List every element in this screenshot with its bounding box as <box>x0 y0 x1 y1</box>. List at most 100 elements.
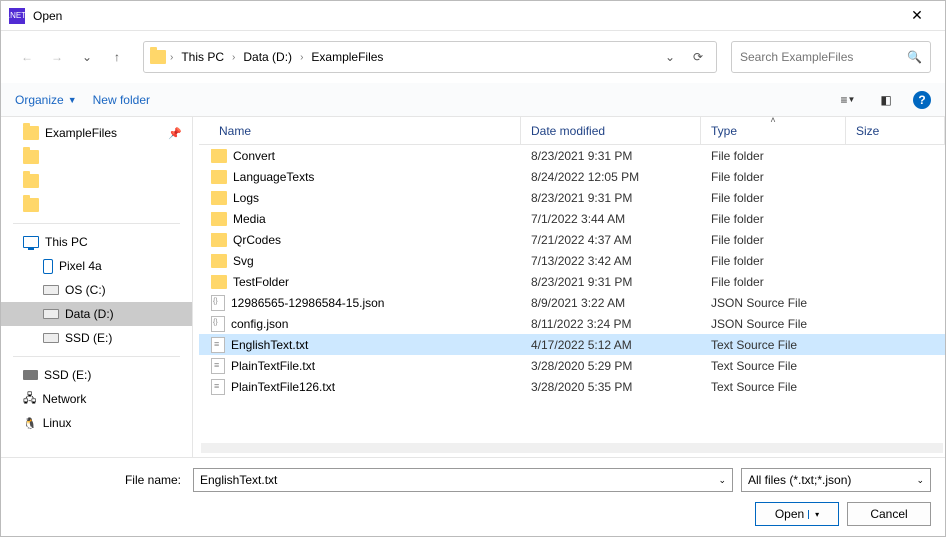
sidebar-drive-item[interactable]: Pixel 4a <box>1 254 192 278</box>
close-button[interactable]: ✕ <box>897 7 937 24</box>
file-name: 12986565-12986584-15.json <box>231 296 384 310</box>
breadcrumb-folder[interactable]: ExampleFiles <box>307 48 387 66</box>
scrollbar-horizontal[interactable] <box>201 443 943 453</box>
file-type: File folder <box>701 212 846 226</box>
file-name: PlainTextFile126.txt <box>231 380 335 394</box>
sidebar-drive-item[interactable]: SSD (E:) <box>1 326 192 350</box>
folder-icon <box>211 275 227 289</box>
breadcrumb-drive[interactable]: Data (D:) <box>239 48 296 66</box>
search-box[interactable]: 🔍 <box>731 41 931 73</box>
file-type: File folder <box>701 233 846 247</box>
filename-input[interactable] <box>200 473 718 487</box>
chevron-down-icon: ▼ <box>68 95 77 105</box>
folder-icon <box>23 174 39 188</box>
file-name: TestFolder <box>233 275 289 289</box>
sidebar-quick-item[interactable]: ExampleFiles📌 <box>1 121 192 145</box>
file-row[interactable]: QrCodes7/21/2022 4:37 AMFile folder <box>199 229 945 250</box>
chevron-right-icon[interactable]: › <box>300 52 303 63</box>
chevron-down-icon[interactable]: ⌄ <box>718 475 726 486</box>
sidebar-drive-item[interactable]: OS (C:) <box>1 278 192 302</box>
app-icon: .NET <box>9 8 25 24</box>
file-row[interactable]: TestFolder 8/23/2021 9:31 PMFile folder <box>199 271 945 292</box>
sidebar-item-label: ExampleFiles <box>45 126 117 140</box>
file-type-filter[interactable]: All files (*.txt;*.json) ⌄ <box>741 468 931 492</box>
open-button[interactable]: Open ▾ <box>755 502 839 526</box>
chevron-right-icon[interactable]: › <box>232 52 235 63</box>
file-row[interactable]: PlainTextFile126.txt3/28/2020 5:35 PMTex… <box>199 376 945 397</box>
col-type[interactable]: ˄Type <box>701 117 846 144</box>
forward-button[interactable]: → <box>45 45 69 69</box>
file-type: File folder <box>701 191 846 205</box>
file-icon <box>211 358 225 374</box>
file-icon <box>211 379 225 395</box>
window-title: Open <box>33 9 897 23</box>
folder-icon <box>211 254 227 268</box>
sidebar-extra-item[interactable]: SSD (E:) <box>1 363 192 387</box>
sidebar-this-pc[interactable]: This PC <box>1 230 192 254</box>
refresh-button[interactable]: ⟳ <box>686 45 710 69</box>
sidebar-extra-item[interactable]: Linux <box>1 411 192 435</box>
sidebar-item-label: Network <box>42 392 86 406</box>
folder-icon <box>150 50 166 64</box>
file-row[interactable]: Svg7/13/2022 3:42 AMFile folder <box>199 250 945 271</box>
column-headers: Name Date modified ˄Type Size <box>199 117 945 145</box>
up-button[interactable]: ↑ <box>105 45 129 69</box>
file-name: Convert <box>233 149 275 163</box>
sidebar-extra-item[interactable]: 🖧Network <box>1 387 192 411</box>
file-name: Logs <box>233 191 259 205</box>
file-row[interactable]: Logs8/23/2021 9:31 PMFile folder <box>199 187 945 208</box>
cancel-button[interactable]: Cancel <box>847 502 931 526</box>
file-date: 7/1/2022 3:44 AM <box>521 212 701 226</box>
sidebar-item-label: This PC <box>45 235 88 249</box>
folder-icon <box>211 191 227 205</box>
file-icon <box>211 337 225 353</box>
file-date: 8/24/2022 12:05 PM <box>521 170 701 184</box>
col-name[interactable]: Name <box>199 117 521 144</box>
file-date: 8/9/2021 3:22 AM <box>521 296 701 310</box>
filename-label: File name: <box>15 473 185 487</box>
drive-icon <box>43 285 59 295</box>
search-input[interactable] <box>740 50 907 64</box>
file-row[interactable]: LanguageTexts8/24/2022 12:05 PMFile fold… <box>199 166 945 187</box>
file-row[interactable]: config.json8/11/2022 3:24 PMJSON Source … <box>199 313 945 334</box>
back-button[interactable]: ← <box>15 45 39 69</box>
recent-dropdown[interactable]: ⌄ <box>75 45 99 69</box>
view-button[interactable]: ≡ ▼ <box>837 89 859 111</box>
sidebar-quick-item[interactable] <box>1 169 192 193</box>
new-folder-button[interactable]: New folder <box>93 93 150 107</box>
file-row[interactable]: EnglishText.txt4/17/2022 5:12 AMText Sou… <box>199 334 945 355</box>
breadcrumb-pc[interactable]: This PC <box>177 48 228 66</box>
chevron-right-icon[interactable]: › <box>170 52 173 63</box>
linux-icon <box>23 416 37 430</box>
file-icon <box>211 316 225 332</box>
sidebar-item-label: SSD (E:) <box>65 331 112 345</box>
file-name: EnglishText.txt <box>231 338 308 352</box>
sidebar-item-label: Linux <box>43 416 72 430</box>
file-date: 8/23/2021 9:31 PM <box>521 275 701 289</box>
file-row[interactable]: 12986565-12986584-15.json 8/9/2021 3:22 A… <box>199 292 945 313</box>
organize-button[interactable]: Organize▼ <box>15 93 77 107</box>
col-size[interactable]: Size <box>846 117 945 144</box>
address-bar[interactable]: › This PC › Data (D:) › ExampleFiles ⌄ ⟳ <box>143 41 717 73</box>
file-type: JSON Source File <box>701 296 846 310</box>
file-row[interactable]: PlainTextFile.txt3/28/2020 5:29 PMText S… <box>199 355 945 376</box>
preview-pane-button[interactable]: ◧ <box>875 89 897 111</box>
file-row[interactable]: Media7/1/2022 3:44 AMFile folder <box>199 208 945 229</box>
sidebar-quick-item[interactable] <box>1 193 192 217</box>
folder-icon <box>211 212 227 226</box>
search-icon[interactable]: 🔍 <box>907 50 922 64</box>
col-date[interactable]: Date modified <box>521 117 701 144</box>
file-icon <box>211 295 225 311</box>
file-pane: Name Date modified ˄Type Size Convert 8/2… <box>199 117 945 457</box>
sidebar-quick-item[interactable] <box>1 145 192 169</box>
file-type: File folder <box>701 275 846 289</box>
folder-icon <box>23 150 39 164</box>
file-date: 8/23/2021 9:31 PM <box>521 149 701 163</box>
ssd-icon <box>23 370 38 380</box>
help-button[interactable]: ? <box>913 91 931 109</box>
file-row[interactable]: Convert8/23/2021 9:31 PMFile folder <box>199 145 945 166</box>
history-dropdown[interactable]: ⌄ <box>658 45 682 69</box>
sidebar-drive-item[interactable]: Data (D:) <box>1 302 192 326</box>
filename-field[interactable]: ⌄ <box>193 468 733 492</box>
file-list[interactable]: Convert8/23/2021 9:31 PMFile folderLangu… <box>199 145 945 443</box>
